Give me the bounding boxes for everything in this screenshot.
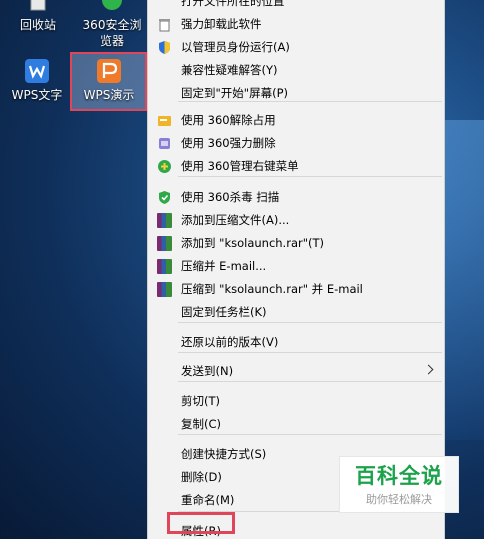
winrar-icon — [157, 236, 172, 251]
menu-item-send-to[interactable]: 发送到(N) — [148, 360, 444, 382]
menu-item-force-uninstall[interactable]: 强力卸载此软件 — [148, 13, 444, 35]
desktop-icon-wps-presentation[interactable]: WPS演示 — [78, 58, 140, 103]
desktop-icon-recycle-bin[interactable]: 回收站 — [8, 0, 68, 33]
desktop-icon-360-browser[interactable]: 360安全浏览器 — [74, 0, 150, 49]
menu-separator — [178, 101, 442, 102]
desktop-icon-label: 360安全浏览器 — [82, 18, 142, 48]
desktop-icon-label: WPS文字 — [11, 88, 63, 102]
watermark-title: 百科全说 — [355, 464, 443, 488]
wps-presentation-icon — [97, 59, 121, 83]
menu-separator — [178, 176, 442, 177]
menu-item-restore-previous-versions[interactable]: 还原以前的版本(V) — [148, 331, 444, 353]
uac-shield-icon — [159, 41, 170, 54]
menu-item-360-manage-menu[interactable]: 使用 360管理右键菜单 — [148, 155, 444, 177]
menu-item-360-unlock[interactable]: 使用 360解除占用 — [148, 109, 444, 131]
360-force-delete-icon — [159, 138, 170, 149]
360-browser-icon — [102, 0, 122, 10]
watermark-subtitle: 助你轻松解决 — [366, 493, 432, 506]
recycle-bin-icon — [30, 0, 46, 11]
winrar-icon — [157, 213, 172, 228]
menu-item-add-to-ksolaunch-rar[interactable]: 添加到 "ksolaunch.rar"(T) — [148, 232, 444, 254]
trash-icon — [159, 19, 170, 32]
menu-separator — [178, 381, 442, 382]
watermark: 百科全说 助你轻松解决 — [339, 456, 459, 513]
menu-item-pin-to-taskbar[interactable]: 固定到任务栏(K) — [148, 301, 444, 323]
menu-item-compress-and-email[interactable]: 压缩并 E-mail... — [148, 255, 444, 277]
menu-separator — [178, 352, 442, 353]
menu-item-open-file-location[interactable]: 打开文件所在的位置 — [148, 0, 444, 12]
360-manage-menu-icon — [158, 160, 171, 173]
menu-item-cut[interactable]: 剪切(T) — [148, 390, 444, 412]
menu-item-add-to-archive[interactable]: 添加到压缩文件(A)... — [148, 209, 444, 231]
desktop-icon-wps-writer[interactable]: WPS文字 — [8, 58, 66, 103]
menu-item-360-antivirus-scan[interactable]: 使用 360杀毒 扫描 — [148, 186, 444, 208]
menu-item-compress-to-rar-and-email[interactable]: 压缩到 "ksolaunch.rar" 并 E-mail — [148, 278, 444, 300]
winrar-icon — [157, 259, 172, 274]
menu-item-run-as-admin[interactable]: 以管理员身份运行(A) — [148, 36, 444, 58]
wps-writer-icon — [25, 59, 49, 83]
properties-highlight-box — [167, 512, 235, 534]
menu-separator — [178, 322, 442, 323]
menu-item-compat-troubleshoot[interactable]: 兼容性疑难解答(Y) — [148, 59, 444, 81]
360-antivirus-shield-icon — [159, 191, 170, 204]
chevron-right-icon — [423, 364, 434, 375]
winrar-icon — [157, 282, 172, 297]
desktop-icon-label: 回收站 — [19, 18, 56, 32]
menu-separator — [178, 434, 442, 435]
menu-item-copy[interactable]: 复制(C) — [148, 413, 444, 435]
menu-item-360-force-delete[interactable]: 使用 360强力删除 — [148, 132, 444, 154]
desktop-icon-label: WPS演示 — [83, 88, 135, 102]
360-unlock-icon — [158, 116, 171, 126]
